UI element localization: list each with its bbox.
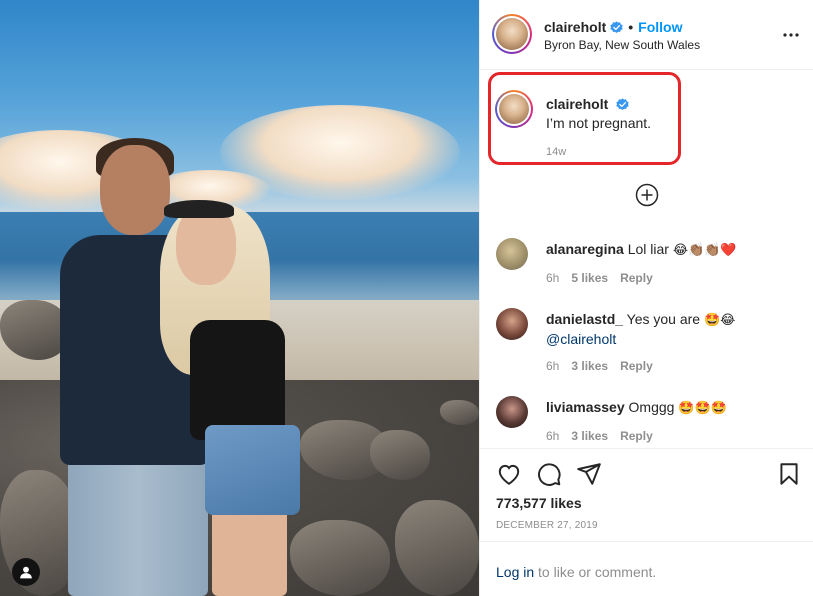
comment-text: Yes you are xyxy=(626,311,701,327)
plus-circle-icon[interactable] xyxy=(635,183,659,207)
login-link[interactable]: Log in xyxy=(496,564,534,580)
comment-username[interactable]: danielastd_ xyxy=(546,311,623,327)
separator-dot: • xyxy=(628,19,634,35)
more-options-icon[interactable] xyxy=(782,26,800,44)
comment-likes[interactable]: 5 likes xyxy=(571,271,608,285)
post-side-panel: claireholt • Follow Byron Bay, New South… xyxy=(479,0,813,596)
comment-item: danielastd_ Yes you are 🤩😂 @claireholt 6… xyxy=(496,308,806,378)
reply-button[interactable]: Reply xyxy=(620,429,653,443)
follow-button[interactable]: Follow xyxy=(638,19,682,35)
woman-legs xyxy=(212,505,287,596)
comment-likes[interactable]: 3 likes xyxy=(571,359,608,373)
avatar[interactable] xyxy=(496,396,528,428)
woman-shorts xyxy=(205,425,300,515)
comment-username[interactable]: alanaregina xyxy=(546,241,624,257)
likes-count[interactable]: 773,577 likes xyxy=(496,495,582,511)
avatar[interactable] xyxy=(495,90,533,128)
post-header: claireholt • Follow Byron Bay, New South… xyxy=(480,0,813,70)
comment-text: Omggg xyxy=(628,399,675,415)
comment-item: liviamassey Omggg 🤩🤩🤩 6h 3 likes Reply xyxy=(496,396,806,446)
comment-age[interactable]: 6h xyxy=(546,271,559,285)
header-username[interactable]: claireholt xyxy=(544,19,606,35)
verified-badge-icon xyxy=(616,98,629,111)
man-head xyxy=(100,145,170,235)
login-prompt: Log in to like or comment. xyxy=(480,541,813,596)
comment-likes[interactable]: 3 likes xyxy=(571,429,608,443)
comment-username[interactable]: liviamassey xyxy=(546,399,625,415)
comment-emoji: 😂👏🏽👏🏽❤️ xyxy=(672,243,737,258)
caption-text: I’m not pregnant. xyxy=(546,115,652,131)
avatar[interactable] xyxy=(496,308,528,340)
comment-icon[interactable] xyxy=(536,461,562,487)
share-icon[interactable] xyxy=(576,461,602,487)
login-prompt-text: to like or comment. xyxy=(534,564,657,580)
avatar[interactable] xyxy=(496,238,528,270)
post-photo[interactable] xyxy=(0,0,479,596)
comment-mention-link[interactable]: @claireholt xyxy=(546,331,616,347)
caption-username[interactable]: claireholt xyxy=(546,96,608,112)
heart-icon[interactable] xyxy=(496,461,522,487)
verified-badge-icon xyxy=(610,20,623,33)
comment-age[interactable]: 6h xyxy=(546,359,559,373)
comment-age[interactable]: 6h xyxy=(546,429,559,443)
caption-timestamp[interactable]: 14w xyxy=(546,146,566,158)
man-legs xyxy=(68,445,208,596)
comment-emoji: 🤩🤩🤩 xyxy=(678,401,727,416)
woman-top xyxy=(190,320,285,440)
avatar[interactable] xyxy=(492,14,532,54)
reply-button[interactable]: Reply xyxy=(620,271,653,285)
comment-text: Lol liar xyxy=(627,241,669,257)
woman-headband xyxy=(164,200,234,218)
reply-button[interactable]: Reply xyxy=(620,359,653,373)
comment-emoji: 🤩😂 xyxy=(704,313,736,328)
location-link[interactable]: Byron Bay, New South Wales xyxy=(544,38,700,52)
rock xyxy=(440,400,479,425)
post-date[interactable]: DECEMBER 27, 2019 xyxy=(496,520,598,531)
user-tag-icon[interactable] xyxy=(12,558,40,586)
bookmark-icon[interactable] xyxy=(776,461,802,487)
comment-item: alanaregina Lol liar 😂👏🏽👏🏽❤️ 6h 5 likes … xyxy=(496,238,806,298)
